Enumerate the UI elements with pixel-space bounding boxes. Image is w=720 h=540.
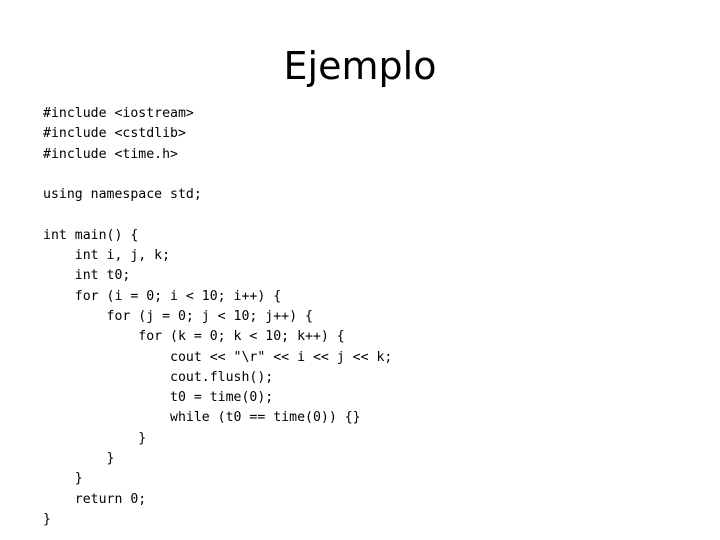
code-line: int i, j, k; — [43, 248, 171, 264]
code-line: } — [43, 471, 83, 487]
code-line: t0 = time(0); — [43, 390, 274, 406]
code-line: cout.flush(); — [43, 369, 274, 385]
code-line: int main() { — [43, 227, 139, 243]
code-line: } — [43, 430, 147, 446]
code-line: for (k = 0; k < 10; k++) { — [43, 329, 345, 345]
code-line: } — [43, 511, 51, 527]
code-line: int t0; — [43, 268, 131, 284]
page-title: Ejemplo — [283, 44, 437, 88]
code-listing: #include <iostream> #include <cstdlib> #in… — [43, 104, 683, 530]
code-line: using namespace std; — [43, 187, 202, 203]
code-line: while (t0 == time(0)) {} — [43, 410, 361, 426]
code-line: #include <time.h> — [43, 146, 178, 162]
code-line: return 0; — [43, 491, 147, 507]
code-line: for (j = 0; j < 10; j++) { — [43, 308, 313, 324]
slide-canvas: Ejemplo #include <iostream> #include <cst… — [0, 0, 720, 540]
code-line: for (i = 0; i < 10; i++) { — [43, 288, 282, 304]
code-line: #include <cstdlib> — [43, 126, 186, 142]
code-line: #include <iostream> — [43, 106, 194, 121]
code-line: cout << "\r" << i << j << k; — [43, 349, 393, 365]
code-line: } — [43, 451, 115, 467]
